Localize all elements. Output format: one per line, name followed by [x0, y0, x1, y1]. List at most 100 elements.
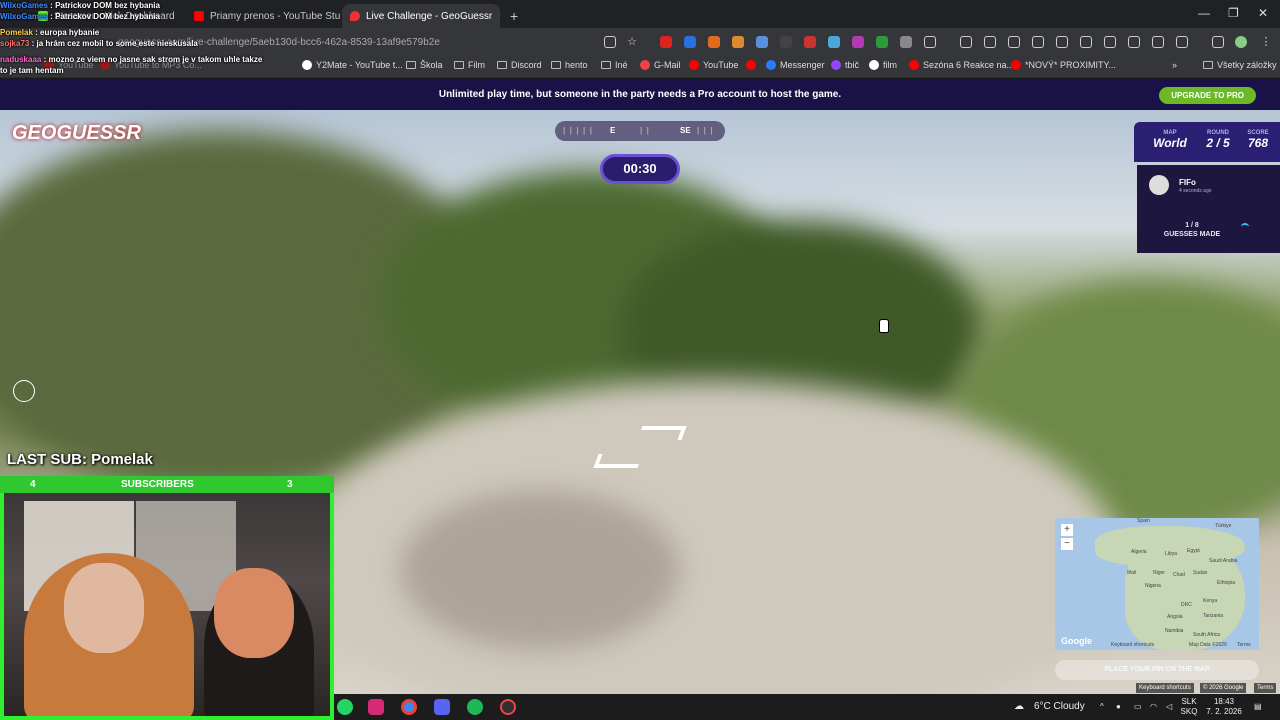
bookmark-folder[interactable]: Škola — [406, 60, 443, 70]
bookmark-item[interactable]: Sezóna 6 Reakce na... — [909, 60, 1014, 70]
cast-icon[interactable] — [604, 36, 616, 48]
network-icon[interactable]: ▭ — [1134, 702, 1142, 712]
location-icon[interactable] — [1128, 36, 1140, 48]
terms-link[interactable]: Terms — [1254, 683, 1277, 693]
bookmark-folder[interactable]: hento — [551, 60, 588, 70]
extension-icon[interactable] — [756, 36, 768, 48]
bookmark-item[interactable]: film — [869, 60, 897, 70]
player-name: FIFo — [1179, 178, 1196, 187]
extension-icon[interactable] — [780, 36, 792, 48]
face-right — [214, 568, 294, 658]
refresh-icon[interactable] — [1056, 36, 1068, 48]
new-tab-button[interactable]: + — [502, 4, 522, 28]
windows-taskbar: ☁ 6°C Cloudy ^ ● ▭ ◠ ◁ SLK SKQ 18:43 7. 2.… — [334, 694, 1280, 720]
score-stat: SCORE 768 — [1247, 130, 1269, 150]
banner-text: Unlimited play time, but someone in the … — [438, 89, 842, 100]
extension-icon[interactable] — [804, 36, 816, 48]
discord-icon[interactable] — [434, 699, 450, 715]
player-guess-time: 4 seconds ago — [1179, 188, 1212, 194]
bookmarks-more-button[interactable]: » — [1172, 60, 1177, 70]
car-icon[interactable] — [1176, 36, 1188, 48]
chat-message: WilxoGames : Patrickov DOM bez hybania — [0, 1, 160, 10]
copyright-text: © 2026 Google — [1200, 683, 1247, 693]
link-icon[interactable] — [1008, 36, 1020, 48]
bookmark-item[interactable]: YouTube — [689, 60, 738, 70]
zoom-in-button[interactable]: + — [1061, 524, 1073, 536]
zoom-out-button[interactable]: − — [1061, 538, 1073, 550]
bookmark-item[interactable]: tbič — [831, 60, 859, 70]
subscribers-goal-bar: 4 SUBSCRIBERS 3 — [0, 476, 334, 493]
mic-icon[interactable]: ● — [1116, 702, 1121, 712]
bookmark-item[interactable]: *NOVÝ* PROXIMITY... — [1011, 60, 1116, 70]
weather-text[interactable]: 6°C Cloudy — [1034, 701, 1085, 712]
tab-label: Live Challenge - GeoGuessr — [366, 10, 493, 22]
bookmark-folder[interactable]: Discord — [497, 60, 542, 70]
extension-icon[interactable] — [708, 36, 720, 48]
google-logo: Google — [1061, 636, 1092, 646]
card-icon[interactable] — [1152, 36, 1164, 48]
download-icon[interactable] — [1104, 36, 1116, 48]
webcam-feed — [0, 493, 334, 720]
chat-message: Pomelak : europa hybanie — [0, 28, 100, 37]
window-close-icon[interactable]: ✕ — [1258, 6, 1268, 20]
map-stat: MAP World — [1153, 130, 1187, 150]
restore-icon[interactable]: ❐ — [1228, 6, 1239, 20]
clock[interactable]: 18:43 7. 2. 2026 — [1204, 697, 1244, 717]
move-arrow-icon[interactable] — [637, 426, 687, 440]
avatar — [1149, 175, 1169, 195]
puzzle-icon[interactable] — [924, 36, 936, 48]
screen-icon[interactable] — [1032, 36, 1044, 48]
last-sub-label: LAST SUB: Pomelak — [7, 451, 153, 468]
volume-icon[interactable]: ◁ — [1166, 702, 1172, 712]
print-icon[interactable] — [960, 36, 972, 48]
bookmark-item[interactable]: Messenger — [766, 60, 825, 70]
language-indicator[interactable]: SLK SKQ — [1180, 697, 1198, 717]
weather-cloud-icon: ☁ — [1014, 701, 1024, 712]
grid-icon[interactable] — [984, 36, 996, 48]
menu-kebab-icon[interactable]: ⋮ — [1260, 36, 1272, 48]
extension-icon[interactable] — [828, 36, 840, 48]
spotify-icon[interactable] — [467, 699, 483, 715]
close-icon[interactable]: ✕ — [498, 10, 500, 23]
translate-icon[interactable] — [1080, 36, 1092, 48]
tray-chevron-icon[interactable]: ^ — [1100, 702, 1104, 712]
bookmark-item[interactable]: G-Mail — [640, 60, 681, 70]
bookmark-folder[interactable]: Iné — [601, 60, 628, 70]
place-pin-button[interactable]: PLACE YOUR PIN ON THE MAP — [1055, 660, 1259, 680]
bookmark-item[interactable] — [746, 60, 756, 70]
geoguessr-logo: GEOGUESSR — [12, 122, 141, 144]
face-left — [64, 563, 144, 653]
extension-icon[interactable] — [876, 36, 888, 48]
return-to-start-icon[interactable] — [13, 380, 35, 402]
reading-list-icon[interactable] — [1212, 36, 1224, 48]
chat-message: WilxoGames : Patrickov DOM bez hybania — [0, 12, 160, 21]
obs-icon[interactable] — [500, 699, 516, 715]
chrome-icon[interactable] — [401, 699, 417, 715]
loading-spinner-icon — [1241, 223, 1249, 231]
bookmark-item[interactable]: Y2Mate - YouTube t... — [302, 60, 403, 70]
tab-geoguessr[interactable]: Live Challenge - GeoGuessr ✕ — [342, 4, 500, 28]
chat-message: sojka73 : ja hrám cez mobil to some este… — [0, 39, 198, 48]
chat-message: naduskaaa : mozno ze viem no jasne sak s… — [0, 55, 263, 75]
star-icon[interactable]: ☆ — [626, 36, 638, 48]
all-bookmarks-folder[interactable]: Všetky záložky — [1203, 60, 1277, 70]
keyboard-shortcuts-link[interactable]: Keyboard shortcuts — [1136, 683, 1194, 693]
extension-icon[interactable] — [852, 36, 864, 48]
notification-icon[interactable]: ▤ — [1254, 702, 1262, 712]
minimize-icon[interactable]: — — [1198, 6, 1210, 20]
bookmark-folder[interactable]: Film — [454, 60, 485, 70]
profile-avatar-icon[interactable] — [1235, 36, 1247, 48]
extension-icon[interactable] — [732, 36, 744, 48]
upgrade-to-pro-button[interactable]: UPGRADE TO PRO — [1159, 87, 1256, 104]
instagram-icon[interactable] — [368, 699, 384, 715]
whatsapp-icon[interactable] — [337, 699, 353, 715]
extension-icon[interactable] — [900, 36, 912, 48]
extension-icon[interactable] — [660, 36, 672, 48]
move-arrow-icon[interactable] — [593, 454, 643, 468]
subs-current: 4 — [30, 479, 36, 490]
guess-map[interactable]: Spain Türkiye Algeria Libya Egypt Saudi … — [1055, 518, 1259, 650]
wifi-icon[interactable]: ◠ — [1150, 702, 1157, 712]
extension-icon[interactable] — [684, 36, 696, 48]
round-timer: 00:30 — [600, 154, 680, 184]
road-shadow — [400, 490, 680, 650]
